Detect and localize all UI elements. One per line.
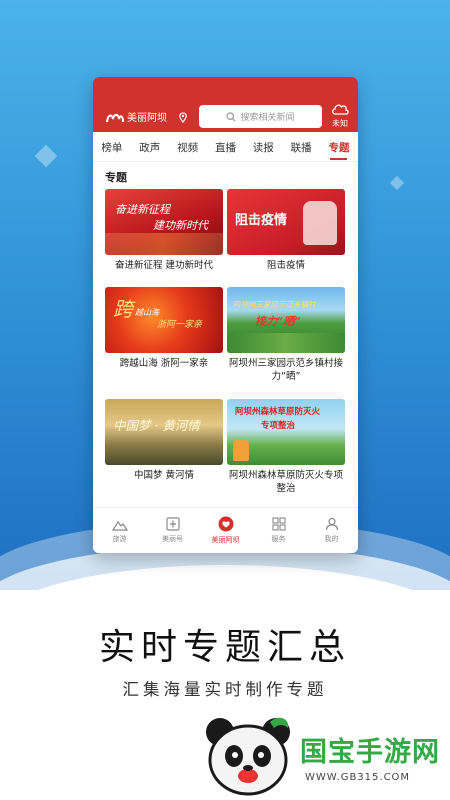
thumb-text: 阿坝州森林草原防灭火: [235, 407, 321, 417]
topic-card[interactable]: 阿坝州三家园示范乡镇村 接力“晒” 阿坝州三家园示范乡镇村接力“晒”: [227, 287, 345, 383]
topic-caption: 跨越山海 浙阿一家亲: [119, 358, 209, 369]
bottom-nav: 旅游 美丽号 美丽阿坝 服务 我的: [93, 507, 358, 553]
thumb-text: 越山海: [135, 308, 159, 317]
app-logo[interactable]: 美丽阿坝: [106, 109, 167, 124]
decor-diamond: [34, 144, 58, 168]
weather-text: 未知: [332, 119, 348, 128]
decor-diamond: [389, 175, 405, 191]
thumb-text: 中国梦 · 黄河情: [113, 418, 200, 433]
topic-thumbnail: 阿坝州三家园示范乡镇村 接力“晒”: [227, 287, 345, 353]
tab-zhuanti[interactable]: 专题: [328, 140, 349, 160]
topic-card[interactable]: 中国梦 · 黄河情 中国梦 黄河情: [105, 399, 223, 482]
tab-shipin[interactable]: 视频: [177, 140, 198, 155]
thumb-text: 专项整治: [261, 421, 296, 431]
app-logo-icon: [106, 113, 124, 122]
weather-widget[interactable]: 未知: [327, 102, 353, 129]
topic-caption: 中国梦 黄河情: [133, 470, 195, 481]
thumb-text: 阿坝州三家园示范乡镇村: [233, 300, 316, 309]
topic-caption: 阿坝州森林草原防灭火专项整治: [228, 470, 343, 494]
tab-dubao[interactable]: 读报: [253, 140, 274, 155]
nav-label: 美丽阿坝: [211, 536, 240, 544]
topic-card[interactable]: 奋进新征程 建功新时代 奋进新征程 建功新时代: [105, 189, 223, 272]
heart-icon: [218, 516, 233, 532]
nav-label: 旅游: [112, 534, 127, 543]
watermark-brand: 国宝手游网: [300, 737, 440, 768]
topic-thumbnail: 奋进新征程 建功新时代: [105, 189, 223, 255]
thumb-text: 建功新时代: [153, 219, 208, 232]
grid-icon: [271, 517, 286, 531]
nav-item-tourism[interactable]: 旅游: [100, 518, 140, 544]
thumb-text: 浙阿一家亲: [157, 320, 203, 330]
app-logo-text: 美丽阿坝: [127, 113, 167, 124]
thumb-text: 接力“晒”: [255, 315, 301, 328]
search-bar[interactable]: 搜索相关新闻: [199, 105, 322, 128]
watermark: 国宝手游网 WWW.GB315.COM: [200, 708, 450, 800]
topic-caption: 阿坝州三家园示范乡镇村接力“晒”: [228, 358, 343, 382]
nav-item-meilihao[interactable]: 美丽号: [153, 517, 193, 544]
thumb-text: 跨: [113, 297, 133, 321]
mountain-icon: [111, 520, 128, 531]
topic-caption: 奋进新征程 建功新时代: [114, 260, 214, 271]
app-header: 美丽阿坝 搜索相关新闻 未知: [93, 77, 358, 132]
nav-label: 服务: [271, 535, 286, 543]
thumb-text: 奋进新征程: [115, 203, 170, 216]
topic-card[interactable]: 跨 越山海 浙阿一家亲 跨越山海 浙阿一家亲: [105, 287, 223, 370]
promo-headline: 实时专题汇总: [98, 627, 351, 668]
cloud-icon: [332, 104, 349, 115]
nav-item-service[interactable]: 服务: [259, 517, 299, 544]
tab-zhengsheng[interactable]: 政声: [139, 140, 160, 155]
topic-thumbnail: 中国梦 · 黄河情: [105, 399, 223, 465]
topic-card[interactable]: 阿坝州森林草原防灭火 专项整治 阿坝州森林草原防灭火专项整治: [227, 399, 345, 495]
nav-item-meiliaba[interactable]: 美丽阿坝: [206, 516, 246, 545]
location-pin-icon[interactable]: [179, 112, 187, 126]
topic-thumbnail: 阿坝州森林草原防灭火 专项整治: [227, 399, 345, 465]
tab-zhibo[interactable]: 直播: [215, 140, 236, 155]
phone-mockup: 美丽阿坝 搜索相关新闻 未知 榜单 政声 视频 直播 读报 联播 专题 专题 奋…: [93, 77, 358, 553]
topic-caption: 阻击疫情: [266, 260, 305, 271]
tab-bangdan[interactable]: 榜单: [101, 140, 122, 155]
nav-label: 我的: [324, 535, 339, 543]
panda-logo-icon: [206, 717, 290, 796]
thumb-text: 阻击疫情: [235, 213, 288, 228]
section-title: 专题: [105, 171, 127, 184]
topic-card[interactable]: 阻击疫情 阻击疫情: [227, 189, 345, 272]
watermark-url: WWW.GB315.COM: [305, 772, 411, 783]
search-icon: [226, 111, 237, 122]
tab-lianbo[interactable]: 联播: [291, 140, 312, 155]
nav-label: 美丽号: [162, 535, 183, 543]
search-placeholder: 搜索相关新闻: [240, 113, 295, 123]
topic-thumbnail: 阻击疫情: [227, 189, 345, 255]
category-tabs: 榜单 政声 视频 直播 读报 联播 专题: [93, 134, 358, 162]
person-icon: [325, 517, 338, 531]
topic-thumbnail: 跨 越山海 浙阿一家亲: [105, 287, 223, 353]
nav-item-mine[interactable]: 我的: [312, 517, 352, 544]
star-box-icon: [165, 517, 180, 531]
promo-subline: 汇集海量实时制作专题: [122, 680, 328, 699]
